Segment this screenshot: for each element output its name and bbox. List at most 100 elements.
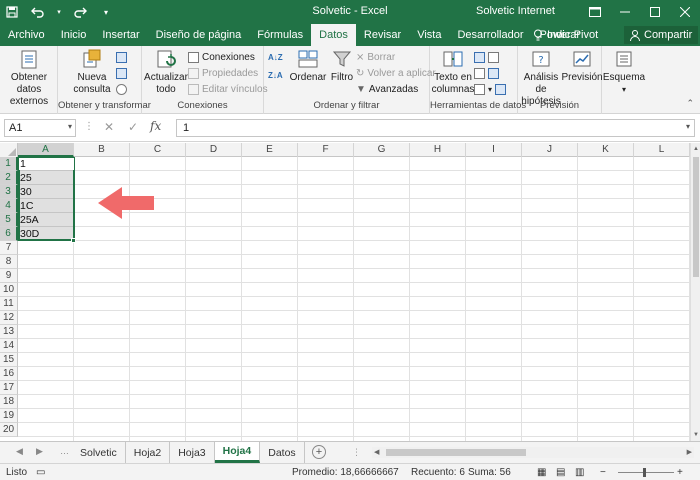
scroll-left-icon[interactable]: ◀ — [374, 447, 379, 458]
normal-view-icon[interactable]: ▦ — [537, 467, 546, 478]
scroll-down-icon[interactable]: ▼ — [691, 429, 700, 441]
vertical-scrollbar[interactable]: ▲ ▼ — [690, 143, 700, 441]
tab-diseno-pagina[interactable]: Diseño de página — [148, 24, 250, 46]
minimize-icon[interactable] — [610, 0, 640, 24]
scroll-right-icon[interactable]: ▶ — [687, 447, 692, 458]
row-header-3[interactable]: 3 — [0, 185, 18, 199]
select-all-corner[interactable] — [0, 143, 18, 157]
formula-input[interactable]: 1 ▾ — [176, 119, 695, 137]
column-header-a[interactable]: A — [18, 143, 74, 157]
sort-button[interactable]: Ordenar — [288, 48, 328, 84]
filter-button[interactable]: Filtro — [326, 48, 358, 84]
show-queries-button[interactable] — [116, 50, 127, 64]
row-header-4[interactable]: 4 — [0, 199, 18, 213]
expand-formula-icon[interactable]: ▾ — [686, 122, 690, 131]
tab-datos[interactable]: Datos — [311, 24, 356, 46]
row-header-17[interactable]: 17 — [0, 381, 18, 395]
new-query-button[interactable]: Nueva consulta — [70, 48, 114, 96]
zoom-slider[interactable] — [618, 472, 674, 473]
column-header-g[interactable]: G — [354, 143, 410, 157]
outline-button[interactable]: Esquema ▾ — [603, 48, 645, 96]
prev-sheet-icon[interactable]: ◀ — [16, 446, 23, 457]
cell-a3[interactable]: 30 — [18, 185, 32, 199]
tab-insertar[interactable]: Insertar — [94, 24, 147, 46]
column-header-j[interactable]: J — [522, 143, 578, 157]
cancel-entry-icon[interactable]: ✕ — [104, 120, 114, 134]
cell-a4[interactable]: 1C — [18, 199, 33, 213]
sheet-tab-datos[interactable]: Datos — [260, 442, 305, 463]
tell-me-box[interactable]: Indicar — [533, 24, 580, 46]
macro-record-icon[interactable]: ▭ — [36, 467, 45, 478]
horizontal-scroll-thumb[interactable] — [386, 449, 526, 456]
row-header-8[interactable]: 8 — [0, 255, 18, 269]
row-header-10[interactable]: 10 — [0, 283, 18, 297]
cell-a6[interactable]: 30D — [18, 227, 39, 241]
tab-vista[interactable]: Vista — [409, 24, 449, 46]
scroll-up-icon[interactable]: ▲ — [691, 143, 700, 155]
tab-split-grip-icon[interactable]: ⋮ — [352, 447, 361, 458]
text-to-columns-button[interactable]: Texto en columnas — [432, 48, 474, 96]
sheet-tab-solvetic[interactable]: Solvetic — [72, 442, 126, 463]
zoom-slider-knob[interactable] — [643, 468, 646, 477]
what-if-analysis-button[interactable]: ? Análisis de hipótesis — [518, 48, 564, 108]
row-header-20[interactable]: 20 — [0, 423, 18, 437]
cell-a5[interactable]: 25A — [18, 213, 39, 227]
column-header-l[interactable]: L — [634, 143, 690, 157]
row-header-11[interactable]: 11 — [0, 297, 18, 311]
row-header-7[interactable]: 7 — [0, 241, 18, 255]
column-header-b[interactable]: B — [74, 143, 130, 157]
row-header-9[interactable]: 9 — [0, 269, 18, 283]
forecast-sheet-button[interactable]: Previsión — [561, 48, 603, 84]
column-header-h[interactable]: H — [410, 143, 466, 157]
tab-formulas[interactable]: Fórmulas — [249, 24, 311, 46]
row-header-2[interactable]: 2 — [0, 171, 18, 185]
add-sheet-icon[interactable]: + — [312, 445, 326, 459]
sheet-tab-hoja3[interactable]: Hoja3 — [170, 442, 215, 463]
reapply-button[interactable]: ↻ Volver a aplicar — [356, 66, 436, 80]
active-cell[interactable] — [19, 158, 74, 170]
sheet-tab-hoja4[interactable]: Hoja4 — [214, 442, 261, 463]
collapse-ribbon-icon[interactable]: ⌃ — [686, 98, 694, 109]
share-button[interactable]: Compartir — [624, 26, 698, 44]
row-header-18[interactable]: 18 — [0, 395, 18, 409]
name-box-dropdown-icon[interactable]: ▾ — [68, 122, 72, 131]
row-header-12[interactable]: 12 — [0, 311, 18, 325]
cell-a2[interactable]: 25 — [18, 171, 32, 185]
from-table-button[interactable] — [116, 66, 127, 80]
zoom-out-icon[interactable]: − — [600, 467, 606, 478]
tab-desarrollador[interactable]: Desarrollador — [449, 24, 531, 46]
column-header-f[interactable]: F — [298, 143, 354, 157]
tab-inicio[interactable]: Inicio — [53, 24, 95, 46]
fill-handle[interactable] — [71, 238, 76, 243]
row-header-16[interactable]: 16 — [0, 367, 18, 381]
tab-archivo[interactable]: Archivo — [0, 24, 53, 46]
redo-icon[interactable] — [72, 4, 88, 20]
page-layout-view-icon[interactable]: ▤ — [556, 467, 565, 478]
page-break-view-icon[interactable]: ▥ — [575, 467, 584, 478]
undo-dropdown-icon[interactable]: ▾ — [56, 4, 62, 20]
row-header-5[interactable]: 5 — [0, 213, 18, 227]
undo-icon[interactable] — [30, 4, 46, 20]
flash-fill-button[interactable] — [474, 50, 499, 64]
column-header-c[interactable]: C — [130, 143, 186, 157]
get-external-data-button[interactable]: Obtener datos externos — [2, 48, 56, 108]
clear-filter-button[interactable]: ⨯ Borrar — [356, 50, 395, 64]
row-header-6[interactable]: 6 — [0, 227, 18, 241]
sheet-tab-hoja2[interactable]: Hoja2 — [126, 442, 171, 463]
remove-duplicates-button[interactable] — [474, 66, 499, 80]
connections-button[interactable]: Conexiones — [188, 50, 255, 64]
user-name[interactable]: Solvetic Internet — [476, 5, 555, 17]
recent-sources-button[interactable] — [116, 82, 127, 96]
restore-window-icon[interactable] — [580, 0, 610, 24]
customize-qat-icon[interactable]: ▾ — [98, 4, 114, 20]
row-header-14[interactable]: 14 — [0, 339, 18, 353]
horizontal-scrollbar[interactable]: ◀ ▶ — [372, 447, 694, 458]
advanced-filter-button[interactable]: ▼ Avanzadas — [356, 82, 418, 96]
edit-links-button[interactable]: Editar vínculos — [188, 82, 268, 96]
confirm-entry-icon[interactable]: ✓ — [128, 120, 138, 134]
close-icon[interactable] — [670, 0, 700, 24]
properties-button[interactable]: Propiedades — [188, 66, 258, 80]
save-icon[interactable] — [4, 4, 20, 20]
row-header-19[interactable]: 19 — [0, 409, 18, 423]
data-validation-button[interactable]: ▾ — [474, 82, 507, 96]
